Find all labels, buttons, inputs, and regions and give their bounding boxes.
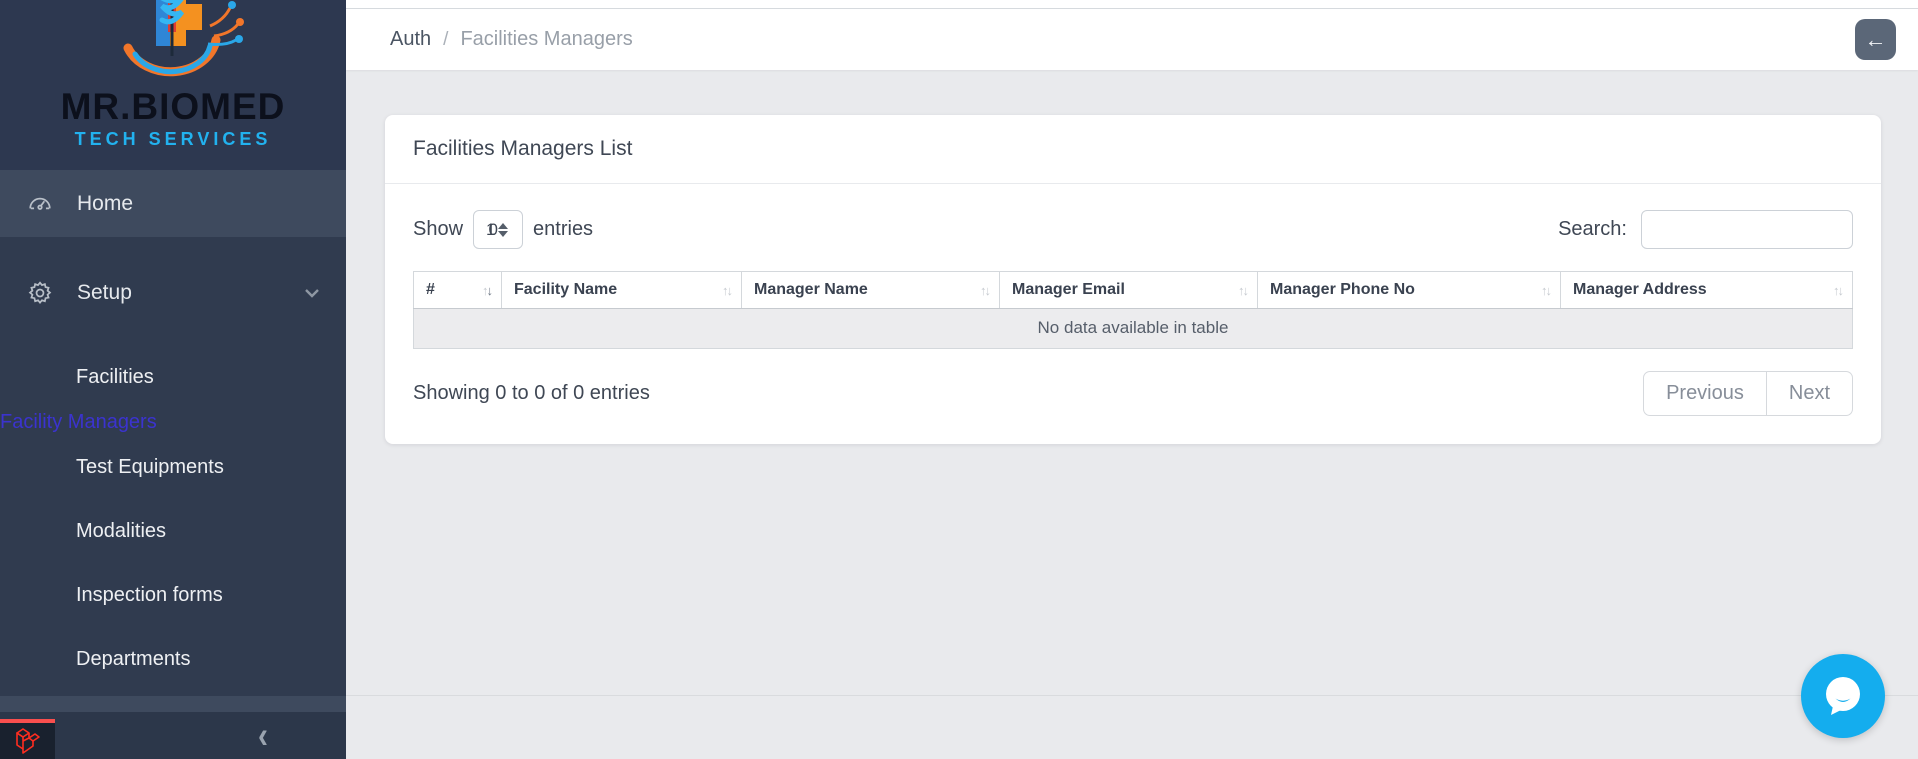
show-label: Show xyxy=(413,218,463,241)
column-header-facility-name[interactable]: Facility Name ↑↓ xyxy=(502,272,742,309)
chevron-down-icon xyxy=(304,288,320,298)
caduceus-logo-icon xyxy=(98,0,248,90)
breadcrumb-bar: Auth / Facilities Managers ← xyxy=(346,9,1918,70)
entries-label: entries xyxy=(533,218,593,241)
sidebar: MR.BIOMED TECH SERVICES Home Setup xyxy=(0,0,346,759)
breadcrumb-current: Facilities Managers xyxy=(460,28,632,51)
page-length-control: Show 10 entries xyxy=(413,210,593,249)
back-button[interactable]: ← xyxy=(1855,19,1896,60)
sidebar-item-home[interactable]: Home xyxy=(0,170,346,237)
empty-table-row: No data available in table xyxy=(414,309,1853,349)
sidebar-subitem-test-equipments[interactable]: Test Equipments xyxy=(0,456,346,479)
card-title: Facilities Managers List xyxy=(413,137,632,160)
breadcrumb-section[interactable]: Auth xyxy=(390,28,431,51)
page-length-value: 10 xyxy=(486,220,491,240)
sidebar-subitem-departments[interactable]: Departments xyxy=(0,648,346,671)
select-spinner-icon xyxy=(498,223,508,237)
gear-icon xyxy=(27,280,53,306)
column-header-manager-phone[interactable]: Manager Phone No ↑↓ xyxy=(1258,272,1561,309)
column-header-index[interactable]: # ↑↓ xyxy=(414,272,502,309)
search-label: Search: xyxy=(1558,218,1627,241)
facilities-managers-table: # ↑↓ Facility Name ↑↓ Manager Name ↑↓ xyxy=(413,271,1853,349)
sort-icon: ↑↓ xyxy=(708,283,731,298)
sidebar-collapse-button[interactable]: ‹ xyxy=(258,717,268,755)
laravel-debugbar-badge[interactable] xyxy=(0,719,55,759)
content-footer-divider xyxy=(346,695,1918,696)
sort-icon: ↑↓ xyxy=(966,283,989,298)
speedometer-icon xyxy=(27,191,53,217)
sort-icon: ↑↓ xyxy=(1224,283,1247,298)
chat-launcher-button[interactable] xyxy=(1801,654,1885,738)
sort-icon: ↑↓ xyxy=(1819,283,1842,298)
laravel-icon xyxy=(13,726,43,756)
back-arrow-icon: ← xyxy=(1865,27,1887,52)
card-body: Show 10 entries Search: xyxy=(385,184,1881,444)
table-controls: Show 10 entries Search: xyxy=(413,210,1853,249)
sidebar-subitem-facilities[interactable]: Facilities xyxy=(0,366,346,389)
previous-page-button[interactable]: Previous xyxy=(1643,371,1767,416)
sidebar-subitem-inspection-forms[interactable]: Inspection forms xyxy=(0,584,346,607)
sidebar-subitem-modalities[interactable]: Modalities xyxy=(0,520,346,543)
main-area: Auth / Facilities Managers ← Facilities … xyxy=(346,0,1918,759)
sort-icon: ↑↓ xyxy=(468,283,491,298)
top-strip xyxy=(346,0,1918,9)
search-control: Search: xyxy=(1558,210,1853,249)
table-header-row: # ↑↓ Facility Name ↑↓ Manager Name ↑↓ xyxy=(414,272,1853,309)
app-root: MR.BIOMED TECH SERVICES Home Setup xyxy=(0,0,1918,759)
sidebar-subitem-facility-managers[interactable]: Facility Managers xyxy=(0,411,346,434)
page-length-select[interactable]: 10 xyxy=(473,210,523,249)
chat-bubble-icon xyxy=(1820,673,1866,719)
column-header-manager-address[interactable]: Manager Address ↑↓ xyxy=(1561,272,1853,309)
table-footer: Showing 0 to 0 of 0 entries Previous Nex… xyxy=(413,371,1853,416)
pagination: Previous Next xyxy=(1643,371,1853,416)
column-header-manager-email[interactable]: Manager Email ↑↓ xyxy=(1000,272,1258,309)
sort-icon: ↑↓ xyxy=(1527,283,1550,298)
sidebar-item-label: Setup xyxy=(77,281,132,305)
next-page-button[interactable]: Next xyxy=(1767,371,1853,416)
sidebar-nav: Home Setup Facilities Facility Managers … xyxy=(0,170,346,759)
column-header-manager-name[interactable]: Manager Name ↑↓ xyxy=(742,272,1000,309)
logo: MR.BIOMED TECH SERVICES xyxy=(0,0,346,170)
empty-message: No data available in table xyxy=(414,309,1853,349)
search-input[interactable] xyxy=(1641,210,1853,249)
breadcrumb-separator: / xyxy=(443,29,448,51)
entries-info: Showing 0 to 0 of 0 entries xyxy=(413,382,650,405)
sidebar-item-label: Home xyxy=(77,192,133,216)
facilities-managers-card: Facilities Managers List Show 10 entries xyxy=(385,115,1881,444)
content-area: Facilities Managers List Show 10 entries xyxy=(346,70,1918,759)
logo-title: MR.BIOMED xyxy=(0,88,346,125)
logo-subtitle: TECH SERVICES xyxy=(0,129,346,150)
sidebar-item-setup[interactable]: Setup xyxy=(0,259,346,326)
card-header: Facilities Managers List xyxy=(385,115,1881,184)
